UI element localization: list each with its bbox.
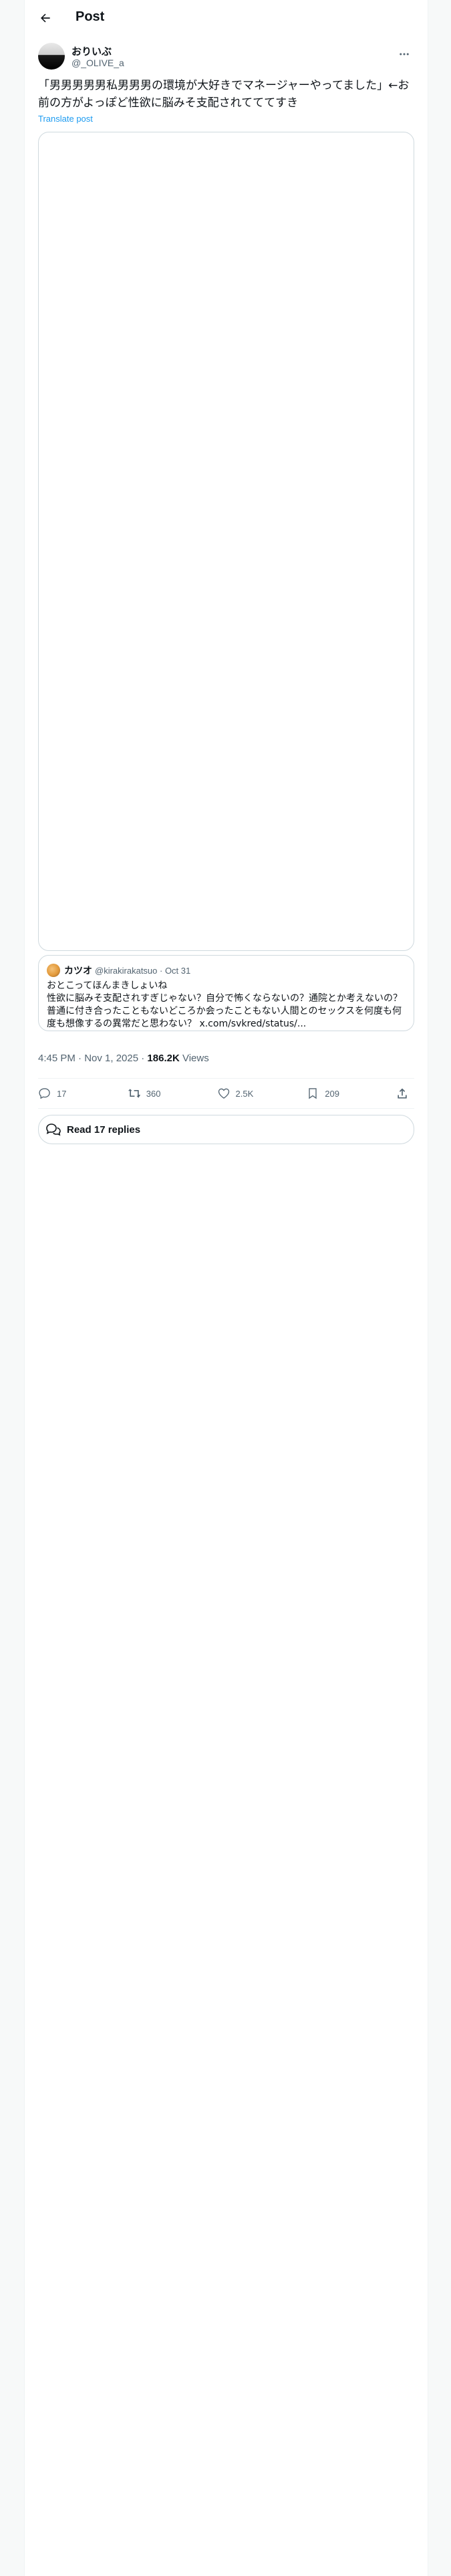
author-handle[interactable]: @_OLIVE_a (71, 58, 124, 68)
author-name[interactable]: おりいぶ (71, 44, 112, 58)
share-button[interactable] (396, 1087, 414, 1100)
page-title: Post (76, 9, 105, 24)
bookmark-icon (309, 1088, 317, 1099)
reply-button[interactable]: 17 (38, 1087, 78, 1100)
speech-bubbles-icon (46, 1123, 61, 1136)
repost-icon (128, 1089, 140, 1098)
quote-avatar (47, 964, 60, 977)
author-row: おりいぶ @_OLIVE_a (38, 43, 414, 72)
quoted-post[interactable]: カツオ @kirakirakatsuo · Oct 31 おとこってほんまきしょ… (38, 955, 414, 1031)
avatar[interactable] (38, 43, 65, 70)
read-replies-label: Read 17 replies (67, 1123, 141, 1136)
like-icon (218, 1088, 229, 1099)
quote-text: おとこってほんまきしょいね 性欲に脳みそ支配されすぎじゃない？自分で怖くならない… (47, 980, 402, 1029)
like-button[interactable]: 2.5K (217, 1087, 257, 1100)
header: Post (25, 0, 428, 35)
tweet-text: 「男男男男男私男男男の環境が大好きでマネージャーやってました」←お前の方がよっぽ… (38, 79, 410, 110)
repost-count: 360 (146, 1088, 161, 1099)
timestamp-row: 4:45 PM · Nov 1, 2025 · 186.2K Views (38, 1053, 209, 1064)
back-button[interactable] (34, 7, 57, 29)
translate-link[interactable]: Translate post (38, 114, 93, 124)
views-count: 186.2K (147, 1053, 180, 1064)
more-icon (400, 53, 409, 56)
action-bar: 17 360 2.5K 209 (38, 1078, 414, 1109)
share-icon (398, 1088, 407, 1099)
bookmark-count: 209 (325, 1088, 339, 1099)
bookmark-button[interactable]: 209 (306, 1087, 346, 1100)
like-count: 2.5K (235, 1088, 254, 1099)
read-replies-button[interactable]: Read 17 replies (38, 1115, 414, 1144)
quote-author-name: カツオ (64, 966, 92, 976)
quote-header: カツオ @kirakirakatsuo · Oct 31 (47, 964, 190, 977)
post-column: Post おりいぶ @_OLIVE_a 「男男男男男私男男男の環境が大好きでマネ… (24, 0, 428, 2576)
back-arrow-icon (41, 13, 50, 23)
repost-button[interactable]: 360 (128, 1087, 168, 1100)
quote-meta: @kirakirakatsuo · Oct 31 (95, 965, 191, 976)
reply-icon (39, 1088, 50, 1099)
reply-count: 17 (57, 1088, 67, 1099)
views-label: Views (179, 1053, 209, 1064)
media-placeholder[interactable] (38, 132, 414, 951)
timestamp[interactable]: 4:45 PM · Nov 1, 2025 · (38, 1053, 147, 1064)
more-button[interactable] (394, 44, 414, 64)
